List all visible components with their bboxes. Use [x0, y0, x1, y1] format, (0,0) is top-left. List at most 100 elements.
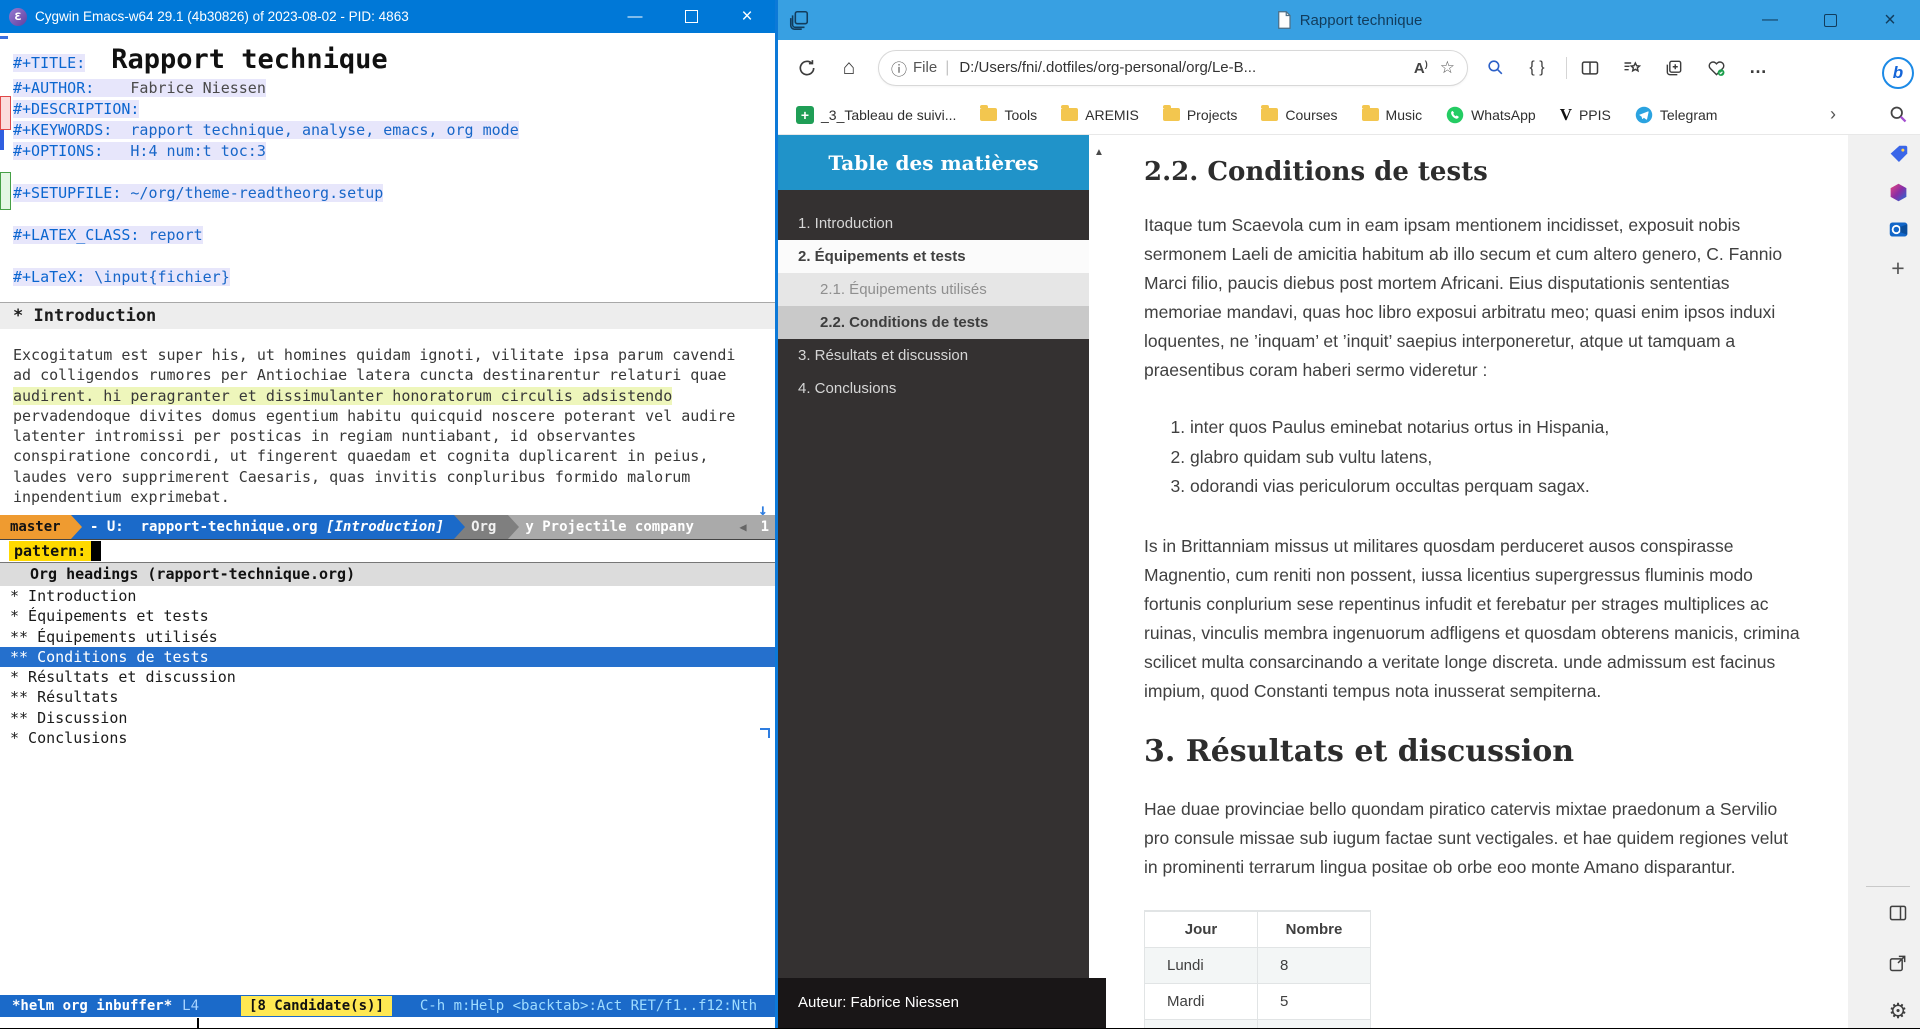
sidebar-search-button[interactable] — [1876, 96, 1920, 132]
favorite-item-tableau[interactable]: +_3_Tableau de suivi... — [796, 106, 956, 124]
copilot-button[interactable]: b — [1876, 55, 1920, 91]
document-content: 2.2. Conditions de tests Itaque tum Scae… — [1089, 135, 1848, 1028]
table-cell: 8 — [1258, 947, 1371, 983]
favorite-item-whatsapp[interactable]: WhatsApp — [1446, 106, 1536, 124]
toc-item-conclusions[interactable]: 4. Conclusions — [778, 372, 1089, 405]
extensions-button[interactable]: { } — [1524, 55, 1550, 81]
emacs-close-button[interactable]: × — [719, 0, 775, 33]
helm-candidate[interactable]: * Conclusions — [0, 728, 775, 748]
org-latexclass-line[interactable]: #+LATEX_CLASS: report — [0, 225, 775, 246]
outlook-icon — [1888, 219, 1909, 240]
body-text-line[interactable]: latenter intromissi per posticas in regi… — [0, 426, 775, 446]
org-keyword: #+OPTIONS: — [13, 142, 103, 160]
body-text-line[interactable]: conspiratione concordi, ut fingerent qua… — [0, 446, 775, 466]
sidebar-external-link-button[interactable] — [1876, 945, 1920, 981]
echo-area[interactable] — [0, 1017, 775, 1028]
favorites-overflow-chevron-icon[interactable]: › — [1830, 104, 1836, 125]
address-bar[interactable]: ⓘ File | D:/Users/fni/.dotfiles/org-pers… — [878, 50, 1468, 86]
body-text-line[interactable]: Excogitatum est super his, ut homines qu… — [0, 345, 775, 365]
org-keywords-line[interactable]: #+KEYWORDS: rapport technique, analyse, … — [0, 120, 775, 141]
body-text-line[interactable]: ad colligendos rumores per Antiochiae la… — [0, 365, 775, 385]
body-text-line[interactable]: pervadendoque divites domus egentium hab… — [0, 406, 775, 426]
fringe-corner-mark — [0, 36, 8, 39]
home-button[interactable]: ⌂ — [836, 55, 862, 81]
minor-modes-segment[interactable]: y Projectile company — [508, 515, 733, 539]
favorite-folder-music[interactable]: Music — [1362, 107, 1423, 123]
more-icon: … — [1749, 57, 1767, 78]
sidebar-settings-button[interactable]: ⚙ — [1876, 993, 1920, 1029]
toc-item-equipements-et-tests[interactable]: 2. Équipements et tests — [778, 240, 1089, 273]
helm-pattern-input[interactable]: pattern: — [0, 539, 775, 563]
org-options-line[interactable]: #+OPTIONS: H:4 num:t toc:3 — [0, 141, 775, 162]
read-aloud-icon[interactable]: A) — [1414, 59, 1428, 77]
toc-item-equipements-utilises[interactable]: 2.1. Équipements utilisés — [778, 273, 1089, 306]
sidebar-panel-button[interactable] — [1876, 895, 1920, 931]
search-button[interactable] — [1482, 55, 1508, 81]
collections-button[interactable] — [1661, 55, 1687, 81]
browser-essentials-button[interactable] — [1703, 55, 1729, 81]
document-icon — [1276, 11, 1292, 29]
emacs-modeline[interactable]: master - U: rapport-technique.org [Intro… — [0, 515, 775, 539]
favorite-folder-tools[interactable]: Tools — [980, 107, 1037, 123]
org-title-line[interactable]: #+TITLE:Rapport technique — [0, 42, 775, 78]
helm-candidate-selected[interactable]: ** Conditions de tests — [0, 647, 775, 667]
fringe-diff-changed-mark — [0, 130, 4, 150]
favorites-button[interactable] — [1619, 55, 1645, 81]
body-text-line[interactable]: inpendentium exprimebat. — [0, 487, 775, 507]
favorite-folder-projects[interactable]: Projects — [1163, 107, 1238, 123]
refresh-button[interactable] — [794, 55, 820, 81]
toc-item-resultats-et-discussion[interactable]: 3. Résultats et discussion — [778, 339, 1089, 372]
edge-titlebar[interactable]: Rapport technique — × — [778, 0, 1920, 40]
helm-candidate[interactable]: * Introduction — [0, 586, 775, 606]
toc-collapse-handle-icon[interactable]: ▲ — [1094, 147, 1104, 158]
sidebar-shopping-button[interactable] — [1876, 136, 1920, 172]
table-cell: 2 — [1258, 1019, 1371, 1028]
helm-buffer-name: *helm org inbuffer* — [12, 998, 172, 1014]
body-text-line[interactable]: laudes vero supprimerent Caesaris, quas … — [0, 467, 775, 487]
more-options-button[interactable]: … — [1745, 55, 1771, 81]
helm-candidate[interactable]: * Équipements et tests — [0, 606, 775, 626]
emacs-app-icon: ε — [9, 8, 27, 26]
favorite-star-icon[interactable]: ☆ — [1440, 58, 1455, 78]
edge-maximize-button[interactable] — [1800, 0, 1860, 40]
split-screen-icon — [1580, 58, 1600, 78]
helm-candidate-list[interactable]: * Introduction * Équipements et tests **… — [0, 586, 775, 748]
toc-author-footer: Auteur: Fabrice Niessen — [778, 978, 1106, 1028]
sidebar-add-button[interactable]: + — [1876, 250, 1920, 286]
table-row: Mercredi 2 — [1145, 1019, 1371, 1028]
org-keyword: #+SETUPFILE: — [13, 184, 121, 202]
favorite-item-telegram[interactable]: Telegram — [1635, 106, 1718, 124]
sidebar-m365-button[interactable] — [1876, 174, 1920, 210]
which-function: [Introduction] — [326, 519, 444, 535]
helm-candidate[interactable]: ** Résultats — [0, 687, 775, 707]
page-info-icon[interactable]: ⓘ — [891, 56, 907, 80]
favorite-item-ppis[interactable]: VPPIS — [1560, 105, 1611, 125]
org-setupfile-line[interactable]: #+SETUPFILE: ~/org/theme-readtheorg.setu… — [0, 183, 775, 204]
emacs-minimize-button[interactable]: — — [607, 0, 663, 33]
favorite-folder-aremis[interactable]: AREMIS — [1061, 107, 1139, 123]
workspaces-icon[interactable] — [788, 9, 810, 31]
home-icon: ⌂ — [843, 56, 856, 80]
favorite-folder-courses[interactable]: Courses — [1261, 107, 1337, 123]
url-text[interactable]: D:/Users/fni/.dotfiles/org-personal/org/… — [959, 59, 1406, 76]
org-heading-introduction[interactable]: * Introduction — [0, 302, 775, 329]
edge-close-button[interactable]: × — [1860, 0, 1920, 40]
buffer-name-segment[interactable]: - U: rapport-technique.org [Introduction… — [71, 515, 454, 539]
emacs-maximize-button[interactable] — [663, 0, 719, 33]
sidebar-outlook-button[interactable] — [1876, 211, 1920, 247]
split-screen-button[interactable] — [1577, 55, 1603, 81]
helm-candidate[interactable]: ** Discussion — [0, 708, 775, 728]
toc-item-conditions-de-tests[interactable]: 2.2. Conditions de tests — [778, 306, 1089, 339]
body-text-line-highlighted[interactable]: audirent. hi peragranter et dissimulante… — [0, 386, 775, 406]
helm-candidate[interactable]: ** Équipements utilisés — [0, 627, 775, 647]
emacs-titlebar[interactable]: ε Cygwin Emacs-w64 29.1 (4b30826) of 202… — [0, 0, 775, 33]
toc-item-introduction[interactable]: 1. Introduction — [778, 207, 1089, 240]
helm-candidate[interactable]: * Résultats et discussion — [0, 667, 775, 687]
org-latex-line[interactable]: #+LaTeX: \input{fichier} — [0, 267, 775, 288]
org-author-line[interactable]: #+AUTHOR: Fabrice Niessen — [0, 78, 775, 99]
edge-minimize-button[interactable]: — — [1740, 0, 1800, 40]
major-mode-segment[interactable]: Org — [454, 515, 508, 539]
org-description-line[interactable]: #+DESCRIPTION: — [0, 99, 775, 120]
vc-status: - U: — [82, 519, 141, 535]
git-branch-segment[interactable]: master — [0, 515, 71, 539]
